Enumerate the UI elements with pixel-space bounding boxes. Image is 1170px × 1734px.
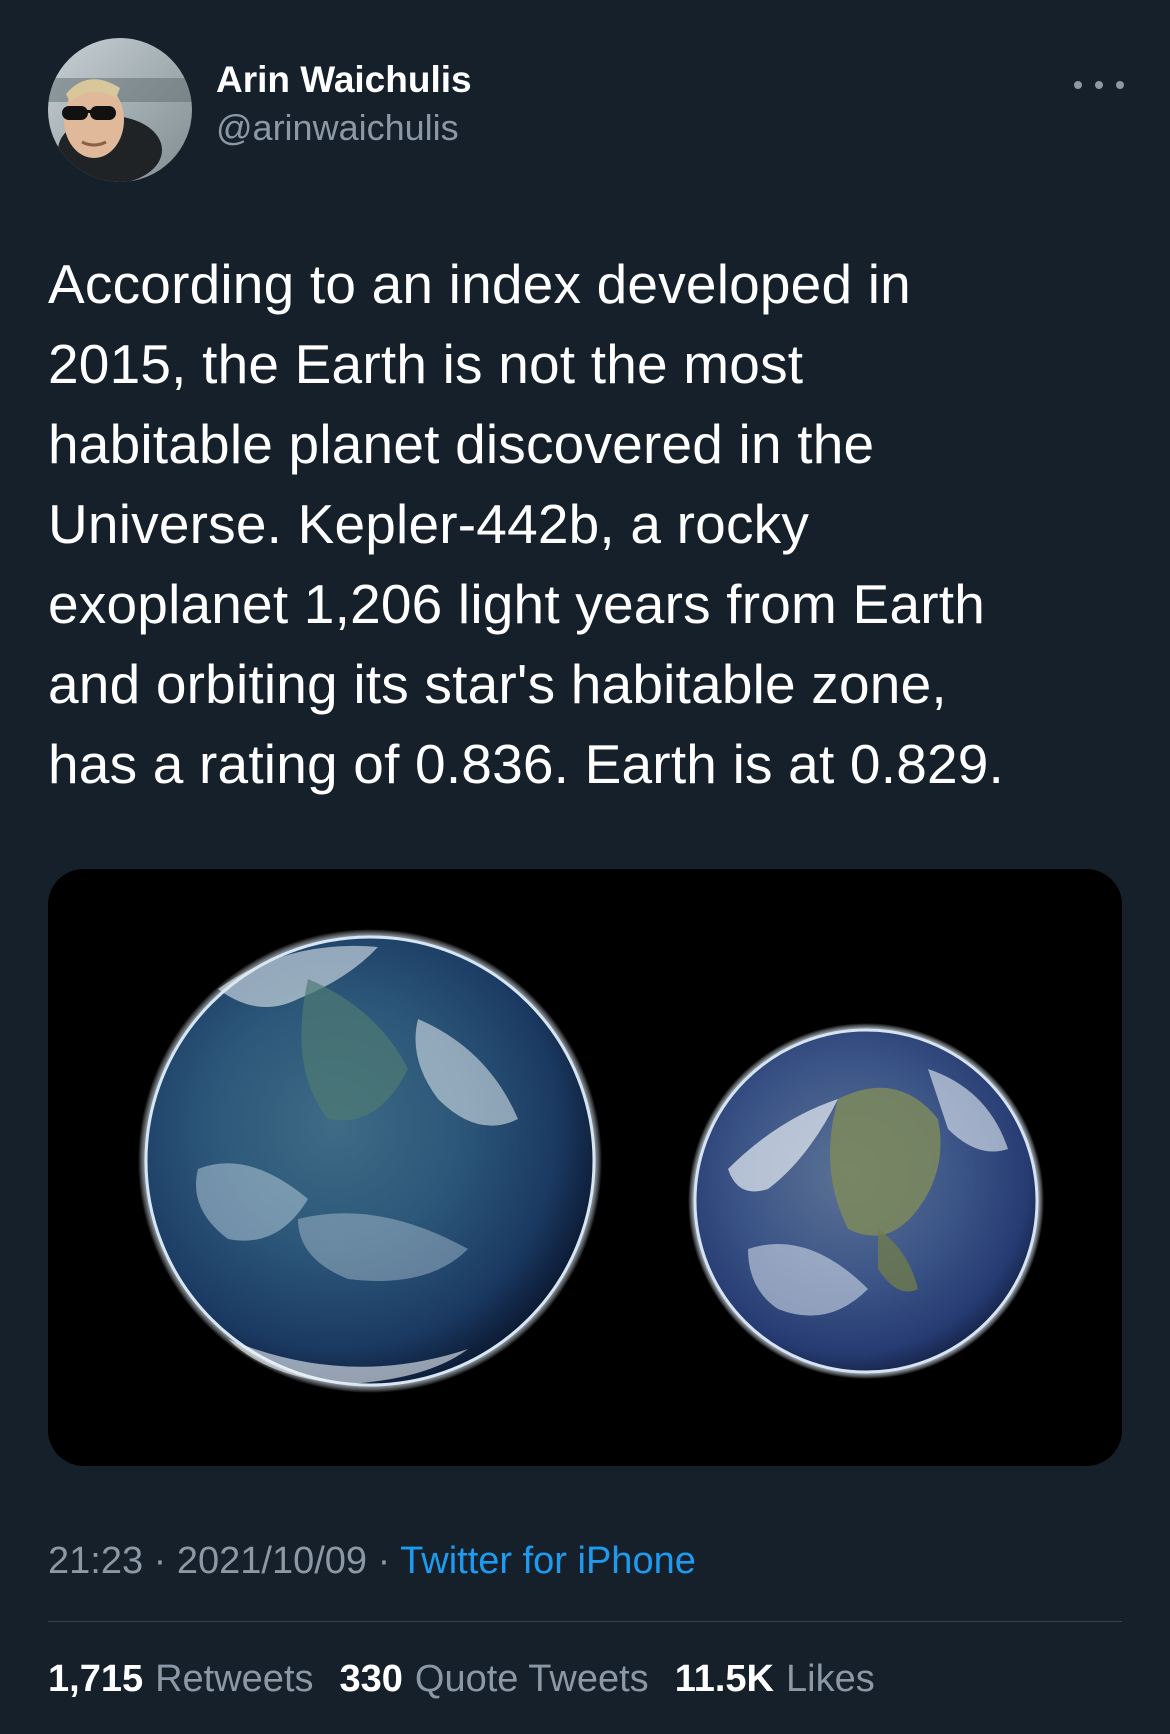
tweet-time[interactable]: 21:23 [48, 1540, 143, 1582]
more-options-button[interactable] [1074, 70, 1124, 100]
tweet-media-image[interactable] [48, 869, 1122, 1466]
retweets-label: Retweets [155, 1658, 314, 1700]
tweet-text: According to an index developed in 2015,… [48, 253, 1005, 795]
tweet-meta: 21:23 · 2021/10/09 · Twitter for iPhone [48, 1536, 696, 1586]
more-icon-dot [1116, 81, 1124, 89]
tweet-stats: 1,715 Retweets 330 Quote Tweets 11.5K Likes [48, 1654, 875, 1704]
retweets-count: 1,715 [48, 1658, 144, 1700]
tweet-source-link[interactable]: Twitter for iPhone [400, 1540, 696, 1582]
likes-label: Likes [786, 1658, 875, 1700]
quote-tweets-stat[interactable]: 330 Quote Tweets [340, 1654, 649, 1704]
avatar-photo-icon [48, 38, 192, 182]
tweet-date[interactable]: 2021/10/09 [177, 1540, 367, 1582]
more-icon-dot [1095, 81, 1103, 89]
tweet-header: Arin Waichulis @arinwaichulis [48, 0, 1124, 200]
author-handle[interactable]: @arinwaichulis [216, 104, 472, 152]
quote-tweets-label: Quote Tweets [414, 1658, 649, 1700]
divider [48, 1621, 1122, 1622]
author-info: Arin Waichulis @arinwaichulis [216, 56, 472, 152]
meta-separator: · [143, 1540, 177, 1582]
tweet-detail: Arin Waichulis @arinwaichulis According … [0, 0, 1170, 1734]
likes-count: 11.5K [674, 1658, 774, 1700]
likes-stat[interactable]: 11.5K Likes [675, 1654, 875, 1704]
retweets-stat[interactable]: 1,715 Retweets [48, 1654, 314, 1704]
more-icon-dot [1074, 81, 1082, 89]
avatar[interactable] [48, 38, 192, 182]
planets-image [48, 869, 1122, 1466]
author-display-name[interactable]: Arin Waichulis [216, 56, 472, 104]
meta-separator: · [367, 1540, 401, 1582]
quote-tweets-count: 330 [339, 1658, 403, 1700]
